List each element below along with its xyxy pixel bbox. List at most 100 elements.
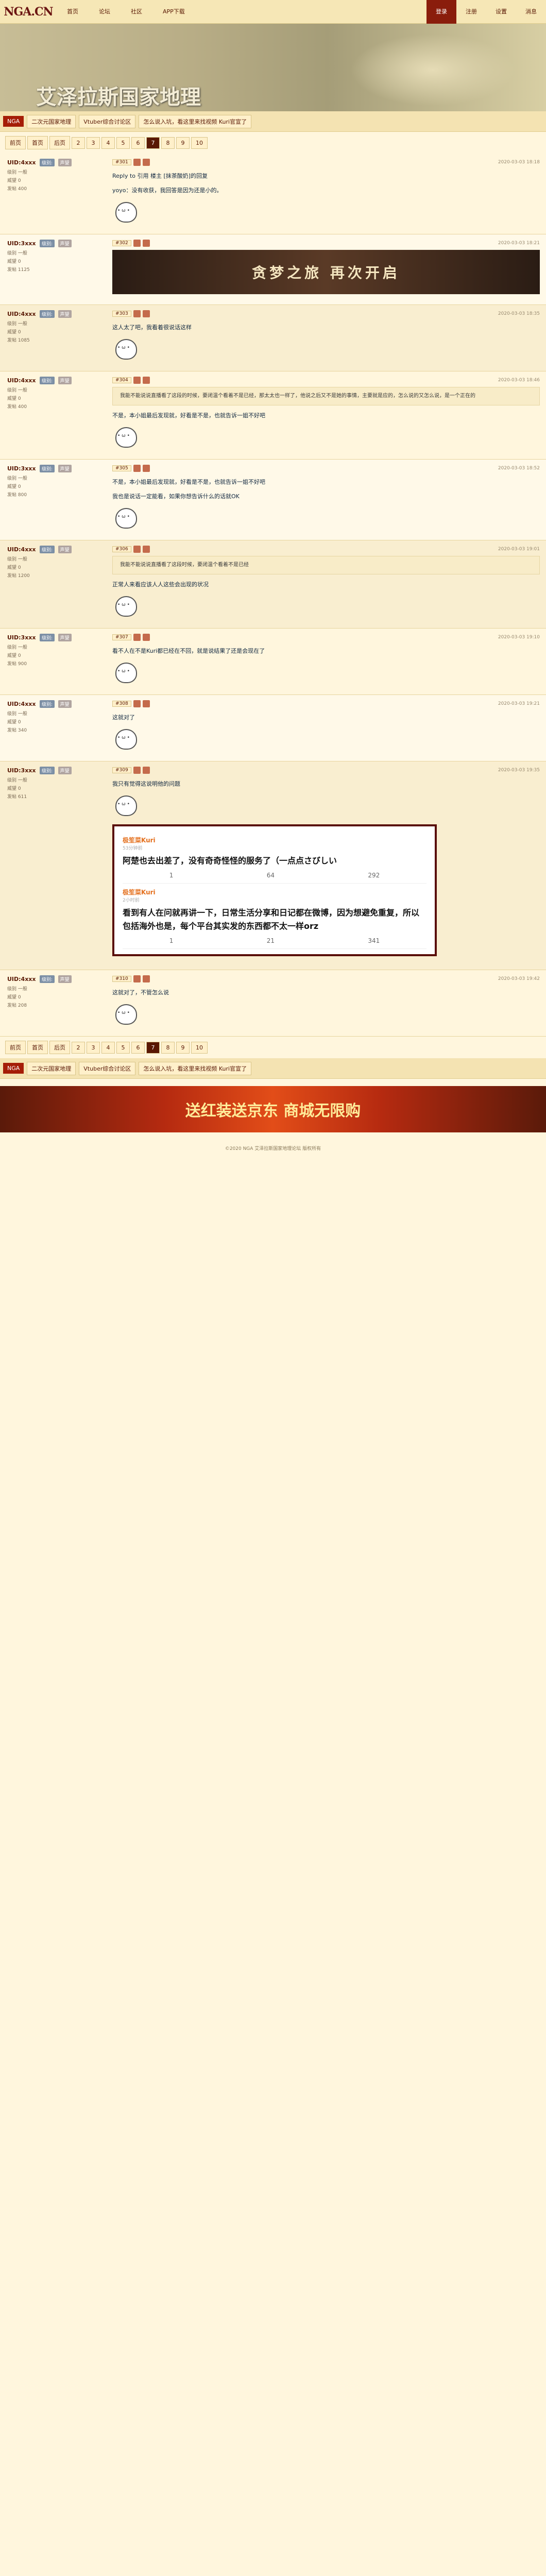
sticker-emoji bbox=[112, 506, 138, 530]
quote-icon[interactable] bbox=[142, 465, 150, 472]
pager-item[interactable]: 8 bbox=[161, 137, 175, 149]
floor-tag[interactable]: #303 bbox=[112, 311, 131, 317]
pager-item[interactable]: 5 bbox=[116, 1041, 130, 1054]
subnav-bottom-button-1[interactable]: 二次元国家地理 bbox=[27, 1061, 76, 1075]
nav-app[interactable]: APP下载 bbox=[152, 0, 195, 24]
pager-item[interactable]: 3 bbox=[87, 137, 100, 149]
pager-item[interactable]: 前页 bbox=[5, 136, 26, 149]
reputation-badge: 声望 bbox=[58, 546, 72, 553]
banner-decoration bbox=[350, 34, 515, 106]
author-name[interactable]: UID:4xxx bbox=[7, 377, 36, 384]
subnav-button-2[interactable]: Vtuber综合讨论区 bbox=[79, 114, 136, 128]
quote-icon[interactable] bbox=[142, 310, 150, 317]
author-name[interactable]: UID:4xxx bbox=[7, 976, 36, 982]
floor-tag[interactable]: #301 bbox=[112, 159, 131, 165]
pager-item[interactable]: 后页 bbox=[49, 1041, 70, 1054]
post-header: #303 2020-03-03 18:35 bbox=[112, 310, 540, 317]
pager-item[interactable]: 9 bbox=[176, 137, 190, 149]
reply-icon[interactable] bbox=[133, 465, 141, 472]
pager-item[interactable]: 4 bbox=[101, 137, 115, 149]
author-name[interactable]: UID:3xxx bbox=[7, 465, 36, 472]
weibo-actions: 1 21 341 bbox=[123, 937, 426, 944]
pager-item[interactable]: 7 bbox=[146, 137, 160, 149]
pager-item[interactable]: 10 bbox=[191, 1041, 208, 1054]
floor-tag[interactable]: #306 bbox=[112, 546, 131, 552]
pager-item[interactable]: 10 bbox=[191, 137, 208, 149]
floor-tag[interactable]: #308 bbox=[112, 701, 131, 707]
quote-icon[interactable] bbox=[142, 767, 150, 774]
floor-tag[interactable]: #309 bbox=[112, 767, 131, 773]
post-image-banner[interactable]: 贪梦之旅 再次开启 bbox=[112, 250, 540, 294]
floor-tag[interactable]: #307 bbox=[112, 634, 131, 640]
reply-icon[interactable] bbox=[133, 546, 141, 553]
nav-community[interactable]: 社区 bbox=[121, 0, 152, 24]
settings-button[interactable]: 设置 bbox=[486, 0, 516, 24]
subnav-button-3[interactable]: 怎么说入坑，看这里来找视频 Kuri官宣了 bbox=[139, 114, 252, 128]
quote-icon[interactable] bbox=[142, 377, 150, 384]
post-content: #305 2020-03-03 18:52 不是，本小姐最后发现就，好看是不是，… bbox=[108, 460, 546, 540]
nga-badge: NGA bbox=[3, 116, 24, 127]
author-name[interactable]: UID:4xxx bbox=[7, 701, 36, 707]
login-button[interactable]: 登录 bbox=[426, 0, 456, 24]
quote-icon[interactable] bbox=[142, 546, 150, 553]
pager-item[interactable]: 8 bbox=[161, 1041, 175, 1054]
pager-item[interactable]: 7 bbox=[146, 1041, 160, 1054]
pager-item[interactable]: 2 bbox=[72, 137, 85, 149]
author-name[interactable]: UID:4xxx bbox=[7, 311, 36, 317]
post-row: UID:3xxx 级别: 声望 级别 一般 威望 0 发帖 800 #305 2… bbox=[0, 460, 546, 540]
post-text-extra: yoyo：没有收获，我回答是因为还是小的。 bbox=[112, 187, 223, 194]
pager-item[interactable]: 6 bbox=[131, 137, 145, 149]
subnav-bottom-button-2[interactable]: Vtuber综合讨论区 bbox=[79, 1061, 136, 1075]
top-bar: NGA.CN 首页 论坛 社区 APP下载 登录 注册 设置 消息 bbox=[0, 0, 546, 24]
reply-icon[interactable] bbox=[133, 700, 141, 707]
ad-banner[interactable]: 送红装送京东 商城无限购 bbox=[0, 1086, 546, 1132]
reply-icon[interactable] bbox=[133, 310, 141, 317]
author-name[interactable]: UID:4xxx bbox=[7, 159, 36, 166]
pager-item[interactable]: 4 bbox=[101, 1041, 115, 1054]
pager-item[interactable]: 5 bbox=[116, 137, 130, 149]
level-badge: 级别: bbox=[40, 546, 55, 553]
subnav-bottom-button-3[interactable]: 怎么说入坑，看这里来找视频 Kuri官宣了 bbox=[139, 1061, 252, 1075]
nav-forum[interactable]: 论坛 bbox=[89, 0, 121, 24]
pager-item[interactable]: 首页 bbox=[27, 1041, 48, 1054]
quote-icon[interactable] bbox=[142, 634, 150, 641]
author-name[interactable]: UID:3xxx bbox=[7, 240, 36, 247]
pager-item[interactable]: 6 bbox=[131, 1041, 145, 1054]
reply-icon[interactable] bbox=[133, 975, 141, 982]
author-name[interactable]: UID:3xxx bbox=[7, 767, 36, 774]
pager-item[interactable]: 前页 bbox=[5, 1041, 26, 1054]
reply-icon[interactable] bbox=[133, 159, 141, 166]
reply-icon[interactable] bbox=[133, 240, 141, 247]
floor-tag[interactable]: #302 bbox=[112, 240, 131, 246]
quote-icon[interactable] bbox=[142, 240, 150, 247]
post-author: UID:3xxx 级别: 声望 级别 一般 威望 0 发帖 611 bbox=[0, 761, 108, 970]
forum-banner: 艾泽拉斯国家地理 bbox=[0, 24, 546, 111]
quote-icon[interactable] bbox=[142, 159, 150, 166]
nav-home[interactable]: 首页 bbox=[57, 0, 89, 24]
author-stat: 级别 一般 bbox=[7, 170, 27, 175]
pager-item[interactable]: 3 bbox=[87, 1041, 100, 1054]
messages-button[interactable]: 消息 bbox=[516, 0, 546, 24]
reputation-badge: 声望 bbox=[58, 465, 72, 472]
pager-item[interactable]: 2 bbox=[72, 1041, 85, 1054]
author-name[interactable]: UID:3xxx bbox=[7, 634, 36, 641]
post-text: 不是，本小姐最后发现就，好看是不是，也就告诉一姐不好吧 bbox=[112, 479, 265, 485]
subnav-button-1[interactable]: 二次元国家地理 bbox=[27, 114, 76, 128]
quote-icon[interactable] bbox=[142, 975, 150, 982]
floor-tag[interactable]: #304 bbox=[112, 377, 131, 383]
post-row: UID:3xxx 级别: 声望 级别 一般 威望 0 发帖 900 #307 2… bbox=[0, 629, 546, 695]
pager-item[interactable]: 首页 bbox=[27, 136, 48, 149]
pager-item[interactable]: 后页 bbox=[49, 136, 70, 149]
author-stat: 级别 一般 bbox=[7, 321, 27, 327]
register-button[interactable]: 注册 bbox=[456, 0, 486, 24]
author-name[interactable]: UID:4xxx bbox=[7, 546, 36, 553]
site-logo[interactable]: NGA.CN bbox=[0, 0, 57, 24]
floor-tag[interactable]: #305 bbox=[112, 465, 131, 471]
quote-icon[interactable] bbox=[142, 700, 150, 707]
weibo-like-count: 341 bbox=[368, 937, 380, 944]
reply-icon[interactable] bbox=[133, 767, 141, 774]
pager-item[interactable]: 9 bbox=[176, 1041, 190, 1054]
reply-icon[interactable] bbox=[133, 377, 141, 384]
reply-icon[interactable] bbox=[133, 634, 141, 641]
floor-tag[interactable]: #310 bbox=[112, 976, 131, 982]
